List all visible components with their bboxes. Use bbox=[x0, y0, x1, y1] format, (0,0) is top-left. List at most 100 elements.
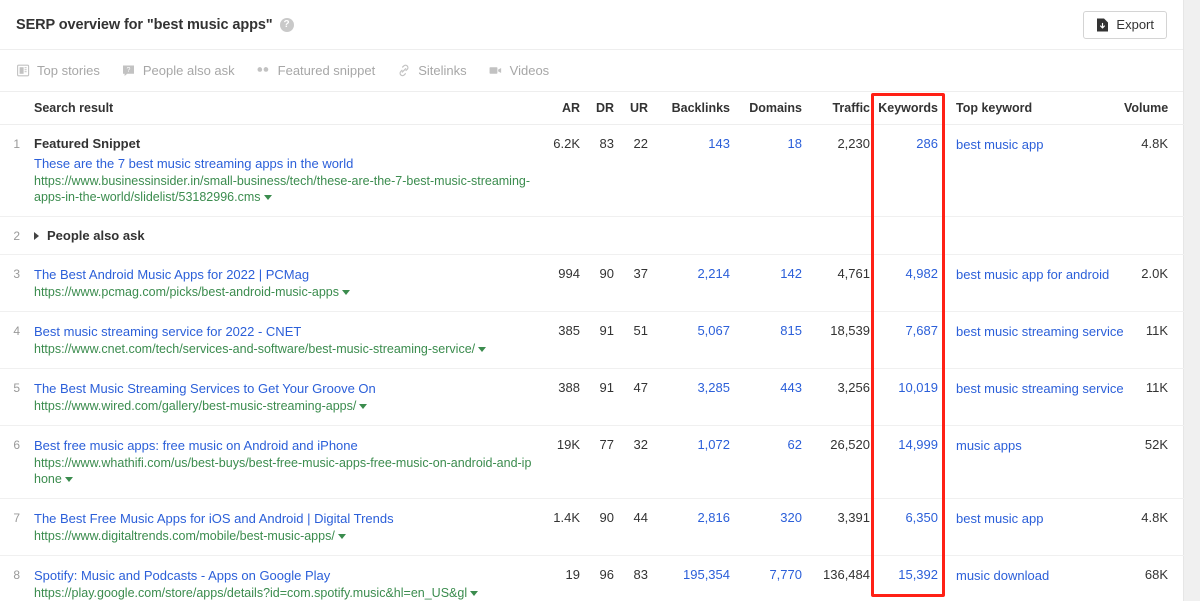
table-row: 4 Best music streaming service for 2022 -… bbox=[0, 311, 1184, 369]
cell-backlinks[interactable]: 2,816 bbox=[648, 498, 730, 556]
cell-keywords[interactable]: 10,019 bbox=[870, 368, 944, 426]
cell-top-keyword[interactable]: best music streaming service bbox=[944, 368, 1124, 426]
cell-domains[interactable]: 815 bbox=[730, 311, 802, 369]
serp-feature-people-also-ask[interactable]: ? People also ask bbox=[122, 63, 235, 78]
result-title-link[interactable]: Best music streaming service for 2022 - … bbox=[34, 323, 536, 340]
expand-triangle-icon[interactable] bbox=[34, 231, 39, 240]
cell-volume: 2.0K bbox=[1124, 254, 1184, 312]
result-title-link[interactable]: The Best Music Streaming Services to Get… bbox=[34, 380, 536, 397]
table-row: 2 People also ask bbox=[0, 216, 1184, 255]
question-mark-circle-icon[interactable]: ? bbox=[279, 17, 294, 32]
serp-feature-label: People also ask bbox=[142, 63, 235, 78]
cell-domains[interactable]: 320 bbox=[730, 498, 802, 556]
serp-feature-top-stories[interactable]: Top stories bbox=[16, 63, 100, 78]
result-title-link[interactable]: The Best Free Music Apps for iOS and And… bbox=[34, 510, 536, 527]
vertical-scrollbar[interactable] bbox=[1184, 0, 1200, 601]
cell-ar: 994 bbox=[536, 254, 580, 312]
search-result-cell: Spotify: Music and Podcasts - Apps on Go… bbox=[34, 555, 536, 601]
cell-top-keyword[interactable]: best music app bbox=[944, 498, 1124, 556]
serp-feature-videos[interactable]: Videos bbox=[489, 63, 549, 78]
column-header-ar[interactable]: AR bbox=[536, 92, 580, 125]
column-header-search-result[interactable]: Search result bbox=[34, 92, 536, 125]
column-header-backlinks[interactable]: Backlinks bbox=[648, 92, 730, 125]
cell-ar: 6.2K bbox=[536, 124, 580, 217]
chevron-down-icon[interactable] bbox=[478, 347, 487, 353]
result-url[interactable]: https://play.google.com/store/apps/detai… bbox=[34, 585, 536, 601]
result-url[interactable]: https://www.whathifi.com/us/best-buys/be… bbox=[34, 455, 536, 487]
chevron-down-icon[interactable] bbox=[263, 195, 272, 201]
cell-keywords[interactable]: 286 bbox=[870, 124, 944, 217]
result-url[interactable]: https://www.digitaltrends.com/mobile/bes… bbox=[34, 528, 536, 544]
cell-traffic: 3,391 bbox=[802, 498, 870, 556]
cell-keywords[interactable]: 4,982 bbox=[870, 254, 944, 312]
cell-volume: 11K bbox=[1124, 368, 1184, 426]
cell-domains[interactable]: 62 bbox=[730, 425, 802, 499]
cell-backlinks[interactable]: 5,067 bbox=[648, 311, 730, 369]
cell-volume: 4.8K bbox=[1124, 498, 1184, 556]
serp-feature-featured-snippet[interactable]: Featured snippet bbox=[257, 63, 375, 78]
cell-ur: 22 bbox=[614, 124, 648, 217]
cell-keywords bbox=[870, 216, 944, 255]
column-header-top-keyword[interactable]: Top keyword bbox=[944, 92, 1124, 125]
export-button[interactable]: Export bbox=[1083, 10, 1167, 39]
cell-dr: 90 bbox=[580, 498, 614, 556]
cell-ur: 44 bbox=[614, 498, 648, 556]
cell-traffic: 3,256 bbox=[802, 368, 870, 426]
cell-top-keyword[interactable]: music download bbox=[944, 555, 1124, 601]
cell-top-keyword[interactable]: best music app bbox=[944, 124, 1124, 217]
chevron-down-icon[interactable] bbox=[359, 404, 368, 410]
video-camera-icon bbox=[489, 64, 503, 78]
chevron-down-icon[interactable] bbox=[470, 591, 479, 597]
cell-domains bbox=[730, 216, 802, 255]
row-index: 1 bbox=[0, 124, 34, 217]
row-index: 6 bbox=[0, 425, 34, 499]
serp-results-table: Search result AR DR UR Backlinks Domains… bbox=[0, 92, 1184, 601]
cell-backlinks bbox=[648, 216, 730, 255]
cell-domains[interactable]: 7,770 bbox=[730, 555, 802, 601]
column-header-volume[interactable]: Volume bbox=[1124, 92, 1184, 125]
chevron-down-icon[interactable] bbox=[64, 477, 73, 483]
cell-dr: 91 bbox=[580, 311, 614, 369]
cell-keywords[interactable]: 15,392 bbox=[870, 555, 944, 601]
column-header-ur[interactable]: UR bbox=[614, 92, 648, 125]
result-url[interactable]: https://www.businessinsider.in/small-bus… bbox=[34, 173, 536, 205]
cell-keywords[interactable]: 14,999 bbox=[870, 425, 944, 499]
cell-volume: 52K bbox=[1124, 425, 1184, 499]
search-result-cell: People also ask bbox=[34, 216, 536, 255]
cell-backlinks[interactable]: 195,354 bbox=[648, 555, 730, 601]
cell-ur bbox=[614, 216, 648, 255]
chevron-down-icon[interactable] bbox=[341, 290, 350, 296]
cell-domains[interactable]: 18 bbox=[730, 124, 802, 217]
row-index: 4 bbox=[0, 311, 34, 369]
cell-backlinks[interactable]: 143 bbox=[648, 124, 730, 217]
question-bubble-icon: ? bbox=[122, 64, 136, 78]
result-url[interactable]: https://www.pcmag.com/picks/best-android… bbox=[34, 284, 536, 300]
table-row: 3 The Best Android Music Apps for 2022 | … bbox=[0, 254, 1184, 312]
column-header-dr[interactable]: DR bbox=[580, 92, 614, 125]
result-title-link[interactable]: Best free music apps: free music on Andr… bbox=[34, 437, 536, 454]
column-header-traffic[interactable]: Traffic bbox=[802, 92, 870, 125]
cell-ur: 51 bbox=[614, 311, 648, 369]
cell-backlinks[interactable]: 1,072 bbox=[648, 425, 730, 499]
cell-keywords[interactable]: 7,687 bbox=[870, 311, 944, 369]
column-header-domains[interactable]: Domains bbox=[730, 92, 802, 125]
cell-backlinks[interactable]: 2,214 bbox=[648, 254, 730, 312]
cell-domains[interactable]: 443 bbox=[730, 368, 802, 426]
svg-text:?: ? bbox=[127, 67, 131, 74]
cell-top-keyword[interactable]: music apps bbox=[944, 425, 1124, 499]
cell-domains[interactable]: 142 bbox=[730, 254, 802, 312]
featured-snippet-label: Featured Snippet bbox=[34, 136, 141, 151]
cell-top-keyword[interactable]: best music streaming service bbox=[944, 311, 1124, 369]
result-title-link[interactable]: The Best Android Music Apps for 2022 | P… bbox=[34, 266, 536, 283]
cell-top-keyword[interactable]: best music app for android bbox=[944, 254, 1124, 312]
result-url[interactable]: https://www.cnet.com/tech/services-and-s… bbox=[34, 341, 536, 357]
result-url[interactable]: https://www.wired.com/gallery/best-music… bbox=[34, 398, 536, 414]
result-title-link[interactable]: Spotify: Music and Podcasts - Apps on Go… bbox=[34, 567, 536, 584]
cell-backlinks[interactable]: 3,285 bbox=[648, 368, 730, 426]
table-header-row: Search result AR DR UR Backlinks Domains… bbox=[0, 92, 1184, 125]
column-header-keywords[interactable]: Keywords bbox=[870, 92, 944, 125]
cell-keywords[interactable]: 6,350 bbox=[870, 498, 944, 556]
chevron-down-icon[interactable] bbox=[337, 534, 346, 540]
result-title-link[interactable]: These are the 7 best music streaming app… bbox=[34, 155, 536, 172]
serp-feature-sitelinks[interactable]: Sitelinks bbox=[397, 63, 467, 78]
